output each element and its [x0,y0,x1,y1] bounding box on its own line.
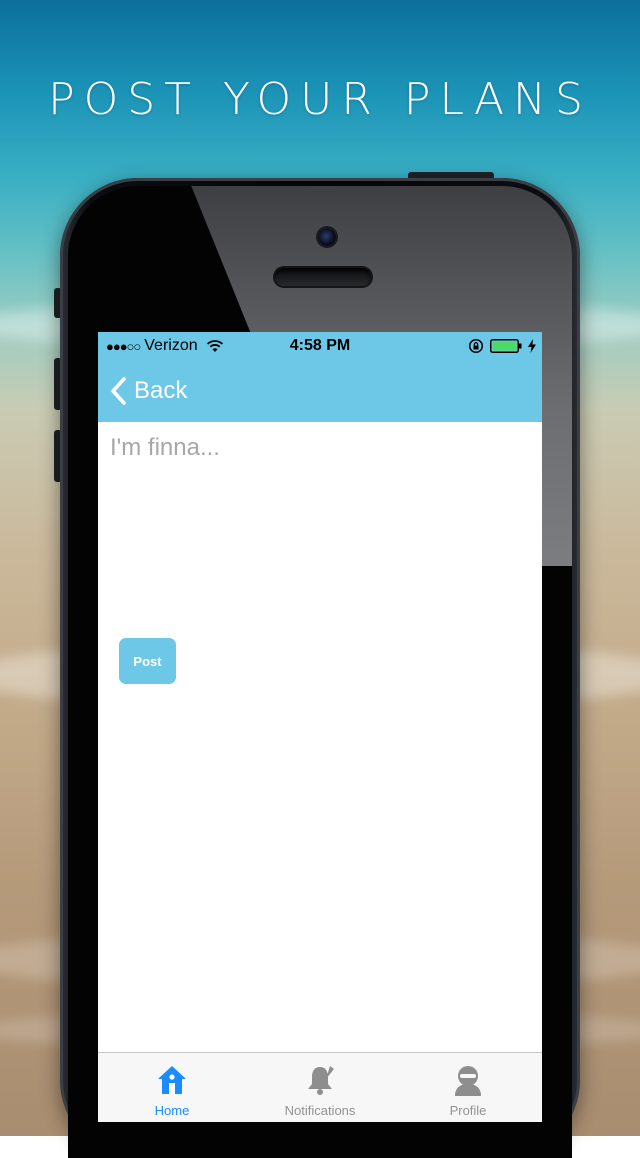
battery-icon [490,339,522,353]
front-camera [318,228,336,246]
navigation-bar: Back [98,360,542,422]
app-screen: ●●●○○ Verizon 4:58 PM Back I'm finna... … [98,332,542,1122]
post-button[interactable]: Post [119,638,176,684]
rotation-lock-icon [468,338,484,354]
status-indicators [468,338,536,354]
earpiece-speaker [275,268,371,286]
tab-notifications[interactable]: Notifications [246,1053,394,1122]
tab-profile[interactable]: Profile [394,1053,542,1122]
tab-label-notifications: Notifications [284,1103,356,1118]
plan-text-input[interactable] [98,422,542,622]
tab-bar: Home Notifications Profile [98,1052,542,1122]
tab-label-home: Home [154,1103,190,1118]
back-button[interactable]: Back [108,374,187,408]
tab-home[interactable]: Home [98,1053,246,1122]
home-icon [158,1066,186,1094]
tab-label-profile: Profile [449,1103,487,1118]
charging-bolt-icon [528,339,536,353]
status-bar: ●●●○○ Verizon 4:58 PM [98,332,542,360]
profile-icon [455,1066,481,1096]
chevron-left-icon [111,377,126,405]
promo-headline: POST YOUR PLANS [48,74,592,125]
back-label: Back [134,377,188,404]
bell-icon [308,1066,334,1095]
